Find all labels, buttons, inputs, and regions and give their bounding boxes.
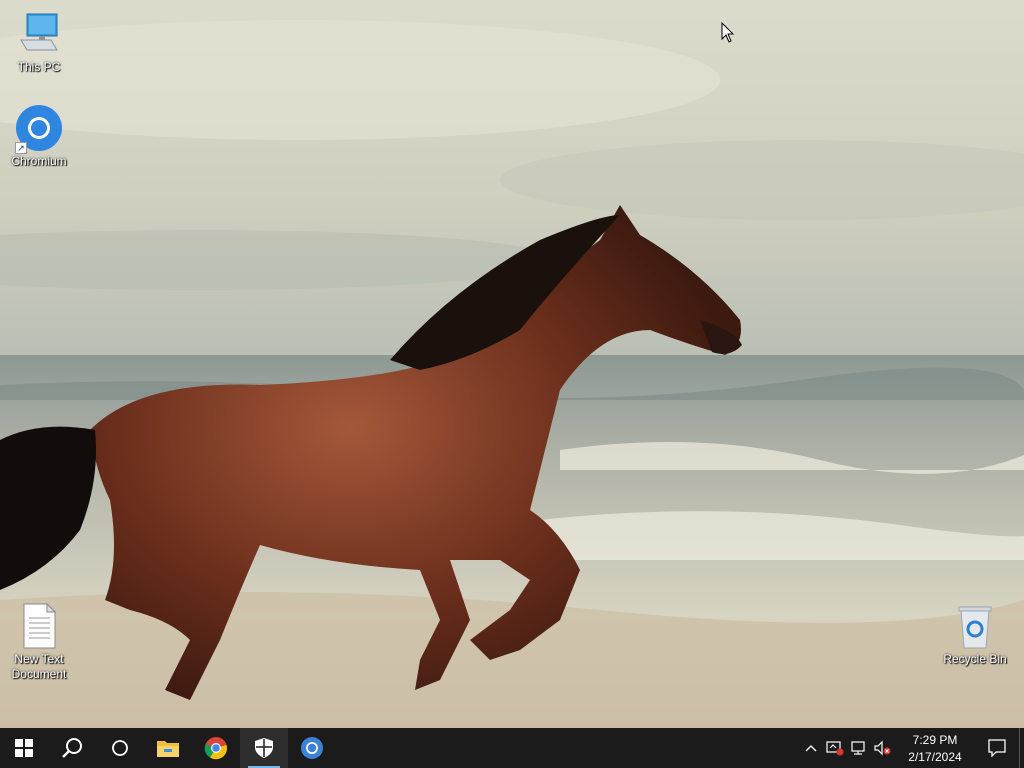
file-explorer-icon [157,741,179,757]
clock-date: 2/17/2024 [908,750,962,764]
taskbar: 7:29 PM 2/17/2024 [0,728,1024,768]
tray-security-button[interactable] [823,728,847,768]
chevron-up-icon [805,745,817,752]
search-button[interactable] [48,728,96,768]
mouse-cursor-icon [721,22,735,43]
computer-icon [15,10,63,58]
notification-icon [988,739,1006,757]
desktop-icon-label: Chromium [11,154,67,168]
taskbar-clock[interactable]: 7:29 PM 2/17/2024 [895,730,975,766]
network-icon [851,741,865,755]
windows-start-icon [15,739,33,757]
wallpaper-image [0,0,1024,728]
taskbar-chromium[interactable] [288,728,336,768]
system-tray: 7:29 PM 2/17/2024 [799,728,1024,768]
tray-network-button[interactable] [847,728,871,768]
desktop-icon-recycle-bin[interactable]: Recycle Bin [937,602,1013,667]
task-view-button[interactable] [96,728,144,768]
search-icon [62,738,82,758]
action-center-button[interactable] [975,728,1019,768]
security-alert-icon [826,741,844,756]
text-document-icon [15,602,63,650]
chromium-icon: ↗ [15,104,63,154]
taskbar-chrome[interactable] [192,728,240,768]
clock-time: 7:29 PM [912,733,958,747]
windows-security-icon [255,738,273,758]
shortcut-arrow-icon: ↗ [15,142,27,154]
chromium-icon [301,737,323,759]
start-button[interactable] [0,728,48,768]
desktop-icon-label: Recycle Bin [943,652,1007,666]
task-view-icon [112,740,128,756]
taskbar-file-explorer[interactable] [144,728,192,768]
chrome-icon [204,737,228,760]
recycle-bin-icon [951,602,999,650]
desktop-icon-this-pc[interactable]: This PC [1,10,77,75]
volume-muted-icon [874,740,891,756]
desktop-icon-new-text-document[interactable]: New Text Document [1,602,77,682]
desktop-icon-label: New Text Document [11,652,67,681]
taskbar-windows-security[interactable] [240,728,288,768]
desktop-wallpaper [0,0,1024,728]
desktop-icon-label: This PC [17,60,61,74]
tray-volume-button[interactable] [871,728,895,768]
show-desktop-button[interactable] [1019,728,1024,768]
desktop-icon-chromium[interactable]: ↗ Chromium [1,104,77,169]
show-hidden-icons-button[interactable] [799,728,823,768]
